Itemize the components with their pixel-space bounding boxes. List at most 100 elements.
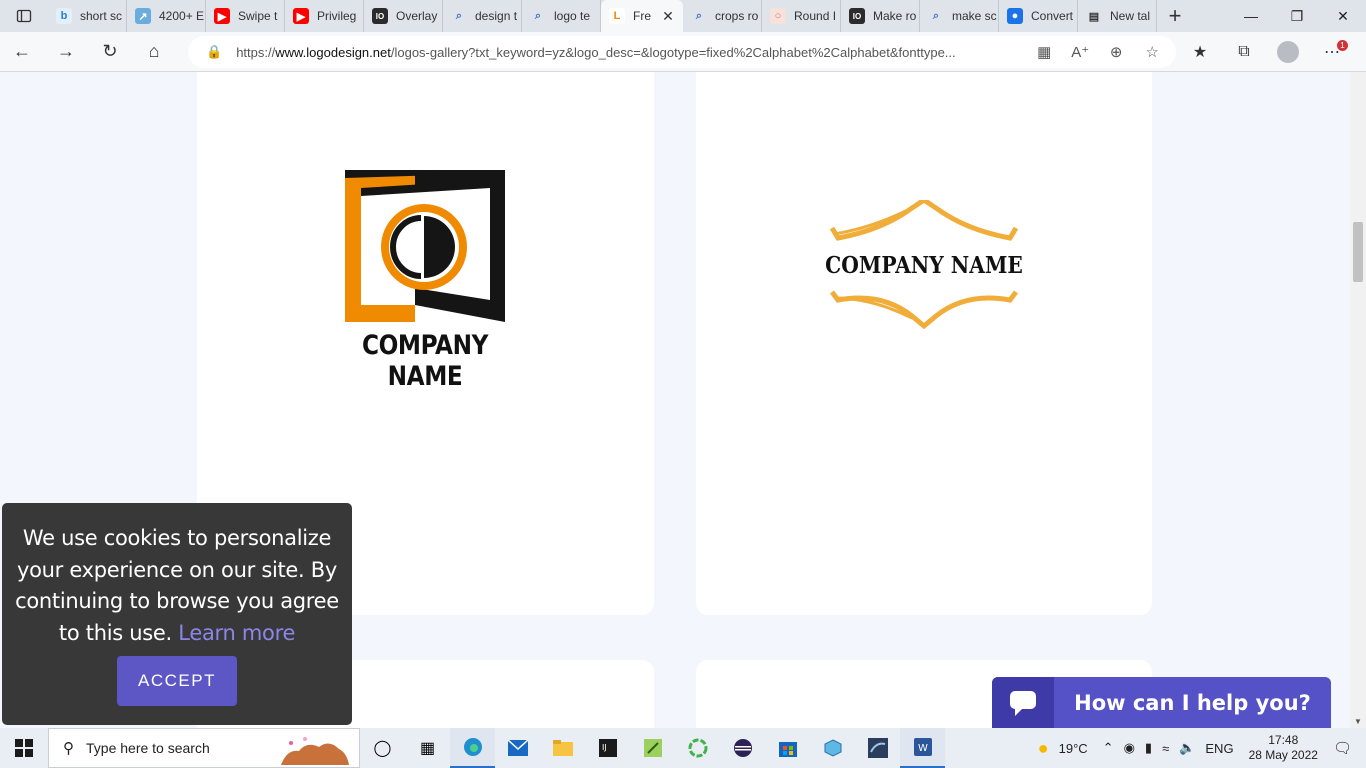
battery-icon[interactable]: ▮ [1145,740,1152,756]
refresh-app-icon[interactable] [675,728,720,768]
refresh-button[interactable]: ↻ [88,32,132,72]
tab-title: short sc [80,9,123,23]
convert-icon: ● [1007,8,1023,24]
tab-actions-icon[interactable] [0,0,48,32]
browser-tab[interactable]: L Fre ✕ [601,0,683,32]
browser-tab[interactable]: b short sc [48,0,127,32]
learn-more-link[interactable]: Learn more [178,621,295,645]
browser-tab[interactable]: IO Make ro [841,0,920,32]
url-text[interactable]: https://www.logodesign.net/logos-gallery… [236,45,1026,60]
cortana-icon[interactable]: ◯ [360,728,405,768]
browser-tab[interactable]: ⌕ make sc [920,0,999,32]
tab-title: Overlay [396,9,438,23]
search-placeholder: Type here to search [86,740,210,756]
notifications-icon[interactable]: 🗨 [1333,739,1352,757]
search-icon: ⚲ [63,740,74,757]
browser-tab[interactable]: ⌕ logo te [522,0,601,32]
windows-start-icon[interactable] [0,728,48,768]
taskbar-search-box[interactable]: ⚲ Type here to search [48,728,360,768]
logo-card[interactable] [696,72,1152,615]
close-window-button[interactable]: ✕ [1320,0,1366,32]
browser-tab[interactable]: ▶ Privileg [285,0,364,32]
clock[interactable]: 17:48 28 May 2022 [1249,733,1318,763]
lock-icon[interactable]: 🔒 [206,44,222,60]
browser-tab[interactable]: IO Overlay [364,0,443,32]
tab-title: Fre [633,9,651,23]
profile-avatar[interactable] [1277,41,1299,63]
mysql-workbench-icon[interactable] [855,728,900,768]
tab-title: New tal [1110,9,1151,23]
scrollbar-thumb[interactable] [1353,222,1363,282]
close-tab-icon[interactable]: ✕ [659,8,677,25]
tab-title: Privileg [317,9,357,23]
search-icon: ⌕ [695,9,703,22]
favorites-icon[interactable]: ★ [1178,42,1222,62]
meet-now-icon[interactable]: ◉ [1124,740,1135,756]
volume-icon[interactable]: 🔈 [1179,740,1195,756]
wifi-icon[interactable]: ≈ [1162,741,1169,756]
forward-button[interactable]: → [44,32,88,72]
page-scrollbar[interactable]: ▼ [1350,72,1366,728]
browser-tab[interactable]: ▶ Swipe t [206,0,285,32]
system-tray: ● 19°C ⌃ ◉ ▮ ≈ 🔈 ENG 17:48 28 May 2022 🗨 [1033,728,1366,768]
add-favorite-icon[interactable]: ☆ [1134,43,1170,61]
tab-title: 4200+ E [159,9,205,23]
notepad-plus-icon[interactable] [630,728,675,768]
chevron-up-icon[interactable]: ⌃ [1103,740,1114,756]
new-tab-button[interactable]: + [1157,0,1193,32]
file-explorer-icon[interactable] [540,728,585,768]
minimize-button[interactable]: — [1228,0,1274,32]
chat-prompt[interactable]: How can I help you? [1054,691,1331,715]
chat-bubble-icon[interactable] [992,677,1054,728]
mail-icon[interactable] [495,728,540,768]
maximize-button[interactable]: ❐ [1274,0,1320,32]
collections-icon[interactable]: ⧉ [1222,43,1266,61]
weather-sun-icon[interactable]: ● [1038,738,1049,759]
task-view-icon[interactable]: ▦ [405,728,450,768]
edge-browser-icon[interactable] [450,728,495,768]
url-domain: www.logodesign.net [275,44,391,60]
image-icon: ↗ [135,8,151,24]
word-app-icon[interactable]: W [900,728,945,768]
tab-title: make sc [952,9,997,23]
tab-title: logo te [554,9,591,23]
weather-temp[interactable]: 19°C [1059,741,1088,756]
tab-strip: b short sc ↗ 4200+ E ▶ Swipe t ▶ Privileg IO Over… [0,0,1366,32]
scroll-down-arrow-icon[interactable]: ▼ [1350,717,1366,726]
round-icon: ○ [770,8,786,24]
search-icon: ⌕ [534,9,542,22]
browser-tab[interactable]: ● Convert [999,0,1078,32]
browser-tab[interactable]: ⌕ crops ro [683,0,762,32]
cookie-message: We use cookies to personalize your exper… [2,523,352,649]
language-indicator[interactable]: ENG [1205,741,1233,756]
read-aloud-icon[interactable]: A⁺ [1062,43,1098,61]
tab-title: crops ro [715,9,759,23]
cookie-banner: We use cookies to personalize your exper… [2,503,352,725]
zoom-icon[interactable]: ⊕ [1098,43,1134,61]
clock-date: 28 May 2022 [1248,748,1318,762]
store-icon[interactable] [765,728,810,768]
browser-tab[interactable]: ⌕ design t [443,0,522,32]
back-button[interactable]: ← [0,32,44,72]
svg-text:W: W [918,743,928,754]
accept-cookies-button[interactable]: ACCEPT [117,656,237,706]
home-button[interactable]: ⌂ [132,32,176,72]
tab-title: design t [475,9,518,23]
browser-tab[interactable]: ○ Round I [762,0,841,32]
app-available-icon[interactable]: ▦ [1026,43,1062,61]
cube-app-icon[interactable] [810,728,855,768]
search-icon: ⌕ [455,9,463,22]
settings-menu-icon[interactable]: ⋯ 1 [1310,40,1354,62]
intellij-icon[interactable]: IJ [585,728,630,768]
youtube-icon: ▶ [214,8,230,24]
browser-toolbar: ★ ⧉ ⋯ 1 [1178,32,1354,72]
windows-taskbar: ⚲ Type here to search ◯ ▦ IJ W ● 19°C ⌃ … [0,728,1366,768]
logodesign-icon: L [609,8,625,24]
newtab-icon: ▤ [1088,10,1100,23]
browser-tab[interactable]: ↗ 4200+ E [127,0,206,32]
address-bar[interactable]: 🔒 https://www.logodesign.net/logos-galle… [188,36,1176,68]
eclipse-icon[interactable] [720,728,765,768]
search-highlight-image [281,737,349,765]
browser-tab[interactable]: ▤ New tal [1078,0,1157,32]
chat-widget[interactable]: How can I help you? [992,677,1331,728]
